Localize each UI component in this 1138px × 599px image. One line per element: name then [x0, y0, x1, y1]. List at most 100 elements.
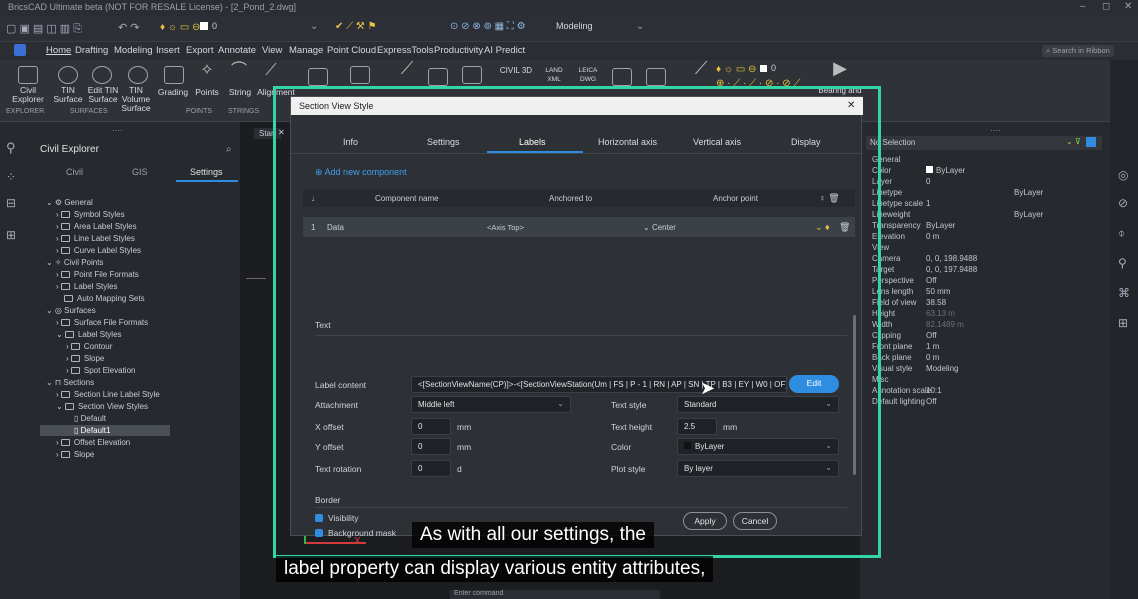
start-tab[interactable]: Start: [254, 128, 281, 139]
prop-misc-header[interactable]: Misc: [872, 375, 888, 384]
tool-icon-d[interactable]: ⚲: [1118, 256, 1127, 270]
prop-value[interactable]: Off: [926, 276, 937, 285]
ribbon-search-input[interactable]: ⌕ Search in Ribbon: [1042, 45, 1114, 57]
prop-value[interactable]: 1 m: [926, 342, 939, 351]
dialog-scrollbar[interactable]: [853, 315, 856, 475]
tool-icon-f[interactable]: ⊞: [1118, 316, 1128, 330]
workspace-name[interactable]: Modeling: [556, 21, 593, 31]
tree-spot-elevation[interactable]: › Spot Elevation: [66, 366, 135, 375]
add-component-link[interactable]: ⊕ Add new component: [315, 167, 407, 178]
string-icon[interactable]: ⌒: [228, 63, 250, 79]
tree-auto-mapping-sets[interactable]: Auto Mapping Sets: [64, 294, 145, 303]
tree-section-view-styles[interactable]: ⌄ Section View Styles: [56, 402, 148, 411]
menu-point-cloud[interactable]: Point Cloud: [327, 45, 376, 56]
prop-view-header[interactable]: View: [872, 243, 889, 252]
dialog-close-icon[interactable]: ✕: [847, 100, 855, 111]
menu-expresstools[interactable]: ExpressTools: [377, 45, 434, 56]
edit-tin-icon[interactable]: [92, 66, 112, 84]
tree-sections[interactable]: ⌄ ⊓ Sections: [46, 378, 94, 387]
tree-section-line-label-style[interactable]: › Section Line Label Style: [56, 390, 160, 399]
y-offset-input[interactable]: 0: [411, 438, 451, 455]
tree-contour[interactable]: › Contour: [66, 342, 112, 351]
tool-icon-c[interactable]: ⌽: [1118, 226, 1125, 241]
ribbon-layer-tools-icon[interactable]: ⊕ · ⟋ · ⟋ · ⊘ · ⊘ ⟋: [716, 78, 800, 89]
menu-insert[interactable]: Insert: [156, 45, 180, 56]
civil3d-import-label[interactable]: CIVIL 3D: [498, 66, 534, 75]
tree-offset-elevation[interactable]: › Offset Elevation: [56, 438, 130, 447]
points-icon[interactable]: ✧: [196, 63, 218, 79]
text-rotation-input[interactable]: 0: [411, 460, 451, 477]
menu-annotate[interactable]: Annotate: [218, 45, 256, 56]
row-delete-icon[interactable]: 🗑: [839, 222, 850, 233]
minimize-icon[interactable]: –: [1080, 1, 1086, 12]
contour-icon[interactable]: [350, 66, 370, 84]
close-icon[interactable]: ✕: [1124, 1, 1132, 12]
tab-settings[interactable]: Settings: [190, 167, 223, 177]
ribbon-string[interactable]: String: [224, 88, 256, 97]
bearing-distance-icon[interactable]: ▶: [820, 59, 860, 77]
section-icon[interactable]: ⟋: [394, 59, 420, 77]
tree-default1[interactable]: ▯ Default1: [74, 426, 110, 435]
side-tool-icon-1[interactable]: ⁘: [6, 170, 16, 184]
prop-value[interactable]: ByLayer: [926, 221, 955, 230]
tab-civil[interactable]: Civil: [66, 167, 83, 177]
row-component-name[interactable]: Data: [327, 223, 344, 232]
apply-button[interactable]: Apply: [683, 512, 727, 530]
prop-value[interactable]: ByLayer: [926, 166, 965, 175]
tab-settings[interactable]: Settings: [427, 137, 460, 147]
row-visibility-icon[interactable]: ⌄ ♦: [815, 222, 830, 233]
edit-button[interactable]: Edit: [789, 375, 839, 393]
3d-icon[interactable]: ⟋: [688, 59, 714, 77]
tab-labels[interactable]: Labels: [519, 137, 546, 147]
panel-grip-icon[interactable]: ····: [112, 126, 123, 135]
prop-value[interactable]: 0, 0, 197.9488: [926, 265, 977, 274]
prop-value[interactable]: ByLayer: [1014, 188, 1043, 197]
background-mask-checkbox[interactable]: Background mask: [315, 528, 396, 538]
menu-productivity[interactable]: Productivity: [434, 45, 483, 56]
menu-modeling[interactable]: Modeling: [114, 45, 153, 56]
grading-icon[interactable]: [164, 66, 184, 84]
undo-redo-icon[interactable]: ↶ ↷: [118, 21, 140, 34]
side-tool-icon-2[interactable]: ⊟: [6, 196, 16, 210]
menu-manage[interactable]: Manage: [289, 45, 323, 56]
tab-display[interactable]: Display: [791, 137, 821, 147]
color-select[interactable]: ByLayer ⌄: [677, 438, 839, 455]
tree-area-label-styles[interactable]: › Area Label Styles: [56, 222, 137, 231]
view-tools-icon[interactable]: ⊙ ⊘ ⊗ ⊚ ▦ ⛶ ⚙: [450, 21, 526, 32]
explorer-search-icon[interactable]: ⌕: [226, 144, 232, 155]
attachment-select[interactable]: Middle left ⌄: [411, 396, 571, 413]
section-view-icon[interactable]: [428, 68, 448, 86]
prop-value[interactable]: 10:1: [926, 386, 942, 395]
component-row[interactable]: [303, 217, 855, 237]
tin-volume-icon[interactable]: [128, 66, 148, 84]
snap-tools-icon[interactable]: ✔ ⟋ ⚒ ⚑: [335, 21, 377, 32]
start-tab-close-icon[interactable]: ✕: [278, 128, 285, 137]
menu-home[interactable]: Home: [46, 45, 71, 56]
ribbon-tin-volume[interactable]: TIN Volume Surface: [116, 86, 156, 113]
layer-name[interactable]: 0: [212, 21, 217, 31]
quick-select-icon[interactable]: ⌄ ⊽: [1066, 137, 1081, 146]
menu-drafting[interactable]: Drafting: [75, 45, 108, 56]
tree-default[interactable]: ▯ Default: [74, 414, 106, 423]
panel-points[interactable]: POINTS: [186, 108, 212, 115]
file-tools-icon[interactable]: ▢ ▣ ▤ ◫ ▥ ⎘: [6, 22, 82, 36]
tree-surface-file-formats[interactable]: › Surface File Formats: [56, 318, 148, 327]
convert-icon[interactable]: [612, 68, 632, 86]
panel-strings[interactable]: STRINGS: [228, 108, 259, 115]
alignment-icon[interactable]: ⟋: [256, 63, 286, 79]
tree-slope[interactable]: › Slope: [66, 354, 104, 363]
panel-surfaces[interactable]: SURFACES: [70, 108, 108, 115]
add-icon[interactable]: [462, 66, 482, 84]
prop-value[interactable]: Off: [926, 331, 937, 340]
ribbon-grading[interactable]: Grading: [154, 88, 192, 97]
sort-icon[interactable]: ↓: [311, 194, 315, 203]
tool-icon-a[interactable]: ◎: [1118, 168, 1128, 182]
prop-value[interactable]: 1: [926, 199, 930, 208]
tree-surfaces[interactable]: ⌄ ◎ Surfaces: [46, 306, 96, 315]
ribbon-tin-surface[interactable]: TIN Surface: [52, 86, 84, 104]
command-line[interactable]: Enter command: [450, 590, 660, 599]
tab-vertical-axis[interactable]: Vertical axis: [693, 137, 741, 147]
row-anchored-to[interactable]: <Axis Top>: [487, 223, 524, 232]
workspace-dropdown-icon[interactable]: ⌄: [636, 21, 644, 32]
tool-icon-e[interactable]: ⌘: [1118, 286, 1130, 300]
